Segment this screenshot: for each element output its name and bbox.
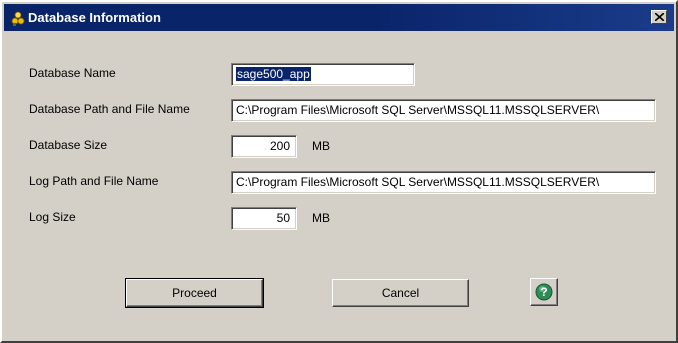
log-path-label: Log Path and File Name <box>29 174 159 188</box>
log-path-input[interactable]: C:\Program Files\Microsoft SQL Server\MS… <box>231 171 656 194</box>
database-name-value: sage500_app <box>236 67 311 81</box>
database-size-unit: MB <box>312 139 330 153</box>
window-title: Database Information <box>28 10 161 25</box>
cancel-button[interactable]: Cancel <box>332 279 469 307</box>
log-size-input[interactable]: 50 <box>231 207 297 230</box>
database-size-input[interactable]: 200 <box>231 135 297 158</box>
database-name-label: Database Name <box>29 66 116 80</box>
database-size-label: Database Size <box>29 138 108 152</box>
proceed-button[interactable]: Proceed <box>125 278 264 308</box>
database-path-label: Database Path and File Name <box>29 102 190 116</box>
log-size-label: Log Size <box>29 210 76 224</box>
log-size-unit: MB <box>312 211 330 225</box>
close-icon <box>655 13 664 21</box>
help-button[interactable]: ? <box>530 278 558 306</box>
database-path-input[interactable]: C:\Program Files\Microsoft SQL Server\MS… <box>231 99 656 122</box>
database-icon <box>10 10 26 26</box>
close-button[interactable] <box>651 10 667 24</box>
database-info-dialog: Database Information Database Name sage5… <box>0 0 678 343</box>
help-icon: ? <box>535 283 553 301</box>
title-bar[interactable]: Database Information <box>4 4 674 31</box>
database-name-input[interactable]: sage500_app <box>231 63 415 86</box>
svg-text:?: ? <box>540 285 547 299</box>
